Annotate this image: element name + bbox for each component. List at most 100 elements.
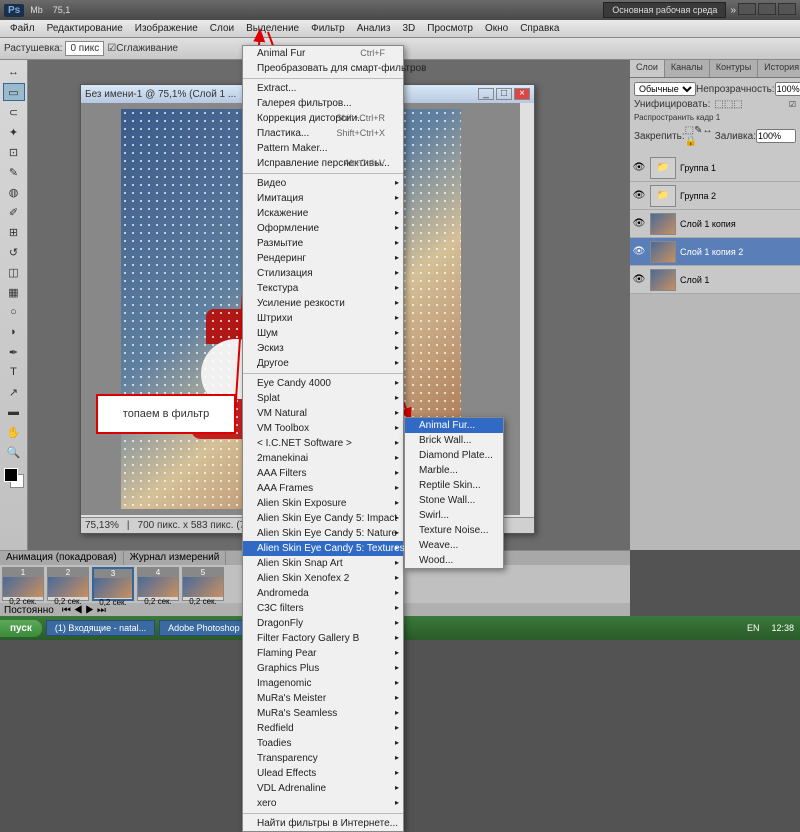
menuitem[interactable]: Animal Fur... bbox=[405, 418, 503, 433]
menuitem[interactable]: Видео bbox=[243, 176, 403, 191]
menuitem[interactable]: Stone Wall... bbox=[405, 493, 503, 508]
menuitem[interactable]: Imagenomic bbox=[243, 676, 403, 691]
layer-row[interactable]: 👁Слой 1 копия 2 bbox=[630, 238, 800, 266]
menu-Окно[interactable]: Окно bbox=[479, 21, 514, 36]
gradient-tool[interactable]: ▦ bbox=[3, 283, 25, 301]
menu-Просмотр[interactable]: Просмотр bbox=[421, 21, 479, 36]
doc-minimize-button[interactable]: _ bbox=[478, 88, 494, 100]
menuitem[interactable]: Animal FurCtrl+F bbox=[243, 46, 403, 61]
menu-Справка[interactable]: Справка bbox=[514, 21, 565, 36]
stamp-tool[interactable]: ⊞ bbox=[3, 223, 25, 241]
menuitem[interactable]: 2manekinai bbox=[243, 451, 403, 466]
menuitem[interactable]: Ulead Effects bbox=[243, 766, 403, 781]
lasso-tool[interactable]: ⊂ bbox=[3, 103, 25, 121]
menuitem[interactable]: Alien Skin Eye Candy 5: Textures bbox=[243, 541, 403, 556]
main-menubar[interactable]: ФайлРедактированиеИзображениеСлоиВыделен… bbox=[0, 20, 800, 38]
dodge-tool[interactable]: ◗ bbox=[3, 323, 25, 341]
menu-Фильтр[interactable]: Фильтр bbox=[305, 21, 351, 36]
workspace-switcher[interactable]: Основная рабочая среда bbox=[603, 2, 726, 18]
tray-lang[interactable]: EN bbox=[741, 623, 766, 633]
measurement-tab[interactable]: Журнал измерений bbox=[124, 551, 227, 565]
panel-tab[interactable]: Каналы bbox=[665, 60, 710, 77]
menuitem[interactable]: Splat bbox=[243, 391, 403, 406]
menuitem[interactable]: DragonFly bbox=[243, 616, 403, 631]
start-button[interactable]: пуск bbox=[0, 620, 42, 637]
antialias-checkbox[interactable]: ☑ bbox=[107, 43, 116, 54]
anim-frame[interactable]: 50,2 сек. bbox=[182, 567, 224, 601]
menuitem[interactable]: Transparency bbox=[243, 751, 403, 766]
menuitem[interactable]: Extract... bbox=[243, 81, 403, 96]
pen-tool[interactable]: ✒ bbox=[3, 343, 25, 361]
layer-row[interactable]: 👁Слой 1 bbox=[630, 266, 800, 294]
color-swatches[interactable] bbox=[4, 468, 24, 488]
doc-close-button[interactable]: × bbox=[514, 88, 530, 100]
move-tool[interactable]: ↔ bbox=[3, 63, 25, 81]
filter-menu[interactable]: Animal FurCtrl+FПреобразовать для смарт-… bbox=[242, 45, 404, 832]
menuitem[interactable]: Штрихи bbox=[243, 311, 403, 326]
animation-tab[interactable]: Анимация (покадровая) bbox=[0, 551, 124, 565]
menu-Выделение[interactable]: Выделение bbox=[240, 21, 305, 36]
menuitem[interactable]: Brick Wall... bbox=[405, 433, 503, 448]
menuitem[interactable]: Weave... bbox=[405, 538, 503, 553]
menuitem[interactable]: Коррекция дисторсии...Shift+Ctrl+R bbox=[243, 111, 403, 126]
anim-frame[interactable]: 30,2 сек. bbox=[92, 567, 134, 601]
anim-frame[interactable]: 20,2 сек. bbox=[47, 567, 89, 601]
play-controls[interactable]: ⏮ ◀ ▶ ⏭ bbox=[62, 605, 106, 616]
menuitem[interactable]: Flaming Pear bbox=[243, 646, 403, 661]
menuitem[interactable]: Alien Skin Xenofex 2 bbox=[243, 571, 403, 586]
healing-tool[interactable]: ◍ bbox=[3, 183, 25, 201]
menuitem[interactable]: MuRa's Seamless bbox=[243, 706, 403, 721]
menuitem[interactable]: Alien Skin Eye Candy 5: Nature bbox=[243, 526, 403, 541]
menuitem[interactable]: Усиление резкости bbox=[243, 296, 403, 311]
toolbox[interactable]: ↔ ▭ ⊂ ✦ ⊡ ✎ ◍ ✐ ⊞ ↺ ◫ ▦ ○ ◗ ✒ T ↗ ▬ ✋ 🔍 bbox=[0, 60, 28, 550]
anim-frame[interactable]: 10,2 сек. bbox=[2, 567, 44, 601]
menuitem[interactable]: xero bbox=[243, 796, 403, 811]
window-buttons[interactable] bbox=[736, 3, 796, 18]
menuitem[interactable]: Шум bbox=[243, 326, 403, 341]
menu-Изображение[interactable]: Изображение bbox=[129, 21, 204, 36]
path-tool[interactable]: ↗ bbox=[3, 383, 25, 401]
layer-row[interactable]: 👁📁Группа 1 bbox=[630, 154, 800, 182]
menuitem[interactable]: Graphics Plus bbox=[243, 661, 403, 676]
taskbar-item-mail[interactable]: (1) Входящие - natal... bbox=[46, 620, 155, 636]
menuitem[interactable]: Размытие bbox=[243, 236, 403, 251]
zoom-tool[interactable]: 🔍 bbox=[3, 443, 25, 461]
menu-Слои[interactable]: Слои bbox=[204, 21, 240, 36]
panel-tab[interactable]: Слои bbox=[630, 60, 665, 77]
menuitem[interactable]: Marble... bbox=[405, 463, 503, 478]
hand-tool[interactable]: ✋ bbox=[3, 423, 25, 441]
menuitem[interactable]: Текстура bbox=[243, 281, 403, 296]
menuitem[interactable]: Eye Candy 4000 bbox=[243, 376, 403, 391]
menuitem[interactable]: VDL Adrenaline bbox=[243, 781, 403, 796]
layers-list[interactable]: 👁📁Группа 1👁📁Группа 2👁Слой 1 копия👁Слой 1… bbox=[630, 154, 800, 294]
loop-select[interactable]: Постоянно bbox=[4, 605, 54, 616]
menuitem[interactable]: Swirl... bbox=[405, 508, 503, 523]
status-zoom[interactable]: 75,13% bbox=[85, 520, 119, 531]
menuitem[interactable]: Wood... bbox=[405, 553, 503, 568]
zoom-field[interactable]: 75,1 bbox=[53, 5, 71, 15]
menuitem[interactable]: MuRa's Meister bbox=[243, 691, 403, 706]
panel-tab[interactable]: История bbox=[758, 60, 800, 77]
menuitem[interactable]: AAA Frames bbox=[243, 481, 403, 496]
shape-tool[interactable]: ▬ bbox=[3, 403, 25, 421]
menuitem[interactable]: C3C filters bbox=[243, 601, 403, 616]
eyedropper-tool[interactable]: ✎ bbox=[3, 163, 25, 181]
layer-row[interactable]: 👁Слой 1 копия bbox=[630, 210, 800, 238]
menuitem[interactable]: Пластика...Shift+Ctrl+X bbox=[243, 126, 403, 141]
menuitem[interactable]: VM Natural bbox=[243, 406, 403, 421]
menuitem[interactable]: Эскиз bbox=[243, 341, 403, 356]
menuitem[interactable]: Toadies bbox=[243, 736, 403, 751]
menuitem[interactable]: Diamond Plate... bbox=[405, 448, 503, 463]
propagate-checkbox[interactable]: ☑ bbox=[789, 100, 796, 109]
menuitem[interactable]: Pattern Maker... bbox=[243, 141, 403, 156]
menuitem[interactable]: Filter Factory Gallery B bbox=[243, 631, 403, 646]
brush-tool[interactable]: ✐ bbox=[3, 203, 25, 221]
menuitem[interactable]: Другое bbox=[243, 356, 403, 371]
menuitem[interactable]: Стилизация bbox=[243, 266, 403, 281]
menuitem[interactable]: Галерея фильтров... bbox=[243, 96, 403, 111]
menuitem[interactable]: Искажение bbox=[243, 206, 403, 221]
crop-tool[interactable]: ⊡ bbox=[3, 143, 25, 161]
opacity-input[interactable] bbox=[775, 82, 800, 96]
menuitem[interactable]: Исправление перспективы...Alt+Ctrl+V bbox=[243, 156, 403, 171]
panel-tab[interactable]: Контуры bbox=[710, 60, 758, 77]
